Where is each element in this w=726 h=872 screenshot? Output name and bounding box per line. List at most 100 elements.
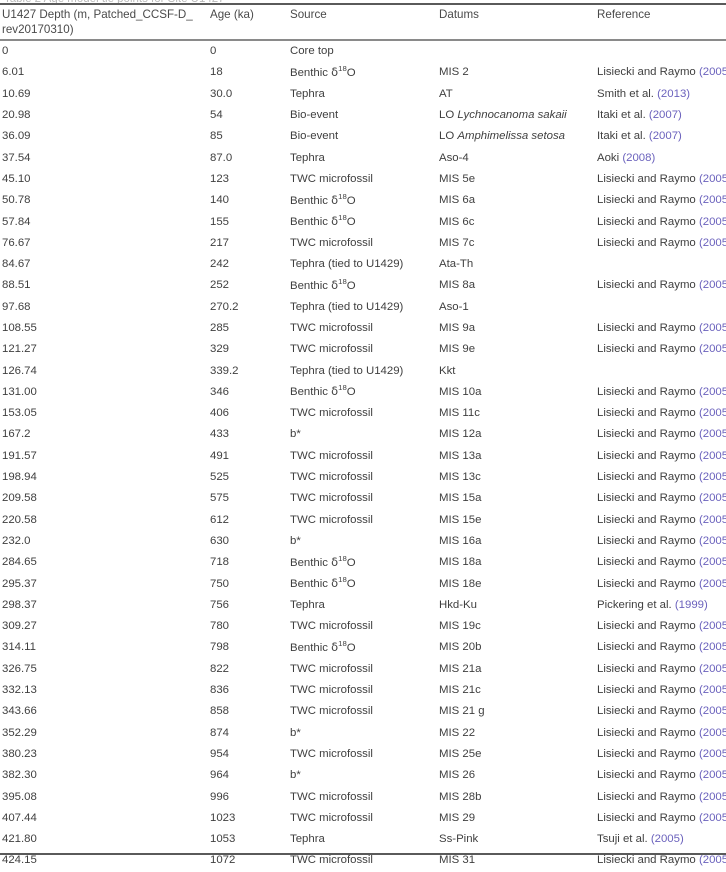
- table-row: 295.37 750 Benthic δ18O MIS 18e Lisiecki and…: [0, 573, 726, 594]
- reference-year-link[interactable]: (2005): [699, 705, 726, 717]
- cell-source: TWC microfossil: [290, 236, 373, 249]
- reference-year-link[interactable]: (2008): [622, 152, 655, 164]
- cell-age: 339.2: [210, 364, 239, 377]
- reference-year-link[interactable]: (1999): [675, 599, 708, 611]
- cell-reference: Lisiecki and Raymo (2005): [595, 403, 726, 424]
- cell-reference: Lisiecki and Raymo (2005): [595, 446, 726, 467]
- age-model-data-table: U1427 Depth (m, Patched_CCSF-D_ rev20170…: [0, 5, 726, 872]
- reference-year-link[interactable]: (2005): [699, 279, 726, 291]
- cell-datums: MIS 13c: [439, 471, 481, 484]
- reference-author: Lisiecki and Raymo: [597, 811, 699, 824]
- datum-species-name: Lychnocanoma sakaii: [457, 109, 567, 122]
- reference-year-link[interactable]: (2005): [699, 556, 726, 568]
- reference-year-link[interactable]: (2005): [699, 471, 726, 483]
- reference-year-link[interactable]: (2005): [699, 769, 726, 781]
- isotope-mass-superscript: 18: [338, 553, 347, 563]
- table-row: 88.51 252 Benthic δ18O MIS 8a Lisiecki and R…: [0, 275, 726, 296]
- cell-depth: 295.37: [2, 577, 37, 590]
- isotope-mass-superscript: 18: [338, 639, 347, 649]
- reference-year-link[interactable]: (2005): [699, 791, 726, 803]
- reference-year-link[interactable]: (2005): [699, 535, 726, 547]
- cell-source: Bio-event: [290, 109, 339, 122]
- reference-year-link[interactable]: (2005): [699, 854, 726, 866]
- reference-year-link[interactable]: (2005): [699, 428, 726, 440]
- reference-year-link[interactable]: (2005): [699, 386, 726, 398]
- reference-year-link[interactable]: (2007): [649, 130, 682, 142]
- cell-datums: Hkd-Ku: [439, 598, 477, 611]
- reference-year-link[interactable]: (2005): [699, 727, 726, 739]
- reference-year-link[interactable]: (2005): [699, 514, 726, 526]
- cell-reference: Lisiecki and Raymo (2005): [595, 701, 726, 722]
- source-label-benthic: Benthic: [290, 194, 332, 207]
- cell-datums: MIS 9e: [439, 343, 476, 356]
- reference-year-link[interactable]: (2005): [699, 578, 726, 590]
- reference-year-link[interactable]: (2007): [649, 109, 682, 121]
- reference-year-link[interactable]: (2005): [699, 173, 726, 185]
- isotope-mass-superscript: 18: [338, 575, 347, 585]
- reference-year-link[interactable]: (2005): [699, 812, 726, 824]
- cell-age: 54: [210, 109, 223, 122]
- cell-reference: Lisiecki and Raymo (2005): [595, 382, 726, 403]
- table-row: 36.09 85 Bio-event LO Amphimelissa setosa It…: [0, 126, 726, 147]
- column-header-age: Age (ka): [210, 8, 254, 21]
- table-row: 20.98 54 Bio-event LO Lychnocanoma sakaii It…: [0, 105, 726, 126]
- cell-reference: Lisiecki and Raymo (2005): [595, 786, 726, 807]
- cell-source: Bio-event: [290, 130, 339, 143]
- column-header-depth-line1: U1427 Depth (m, Patched_CCSF-D_: [2, 8, 193, 21]
- reference-author: Lisiecki and Raymo: [597, 854, 699, 867]
- cell-age: 329: [210, 343, 230, 356]
- reference-year-link[interactable]: (2005): [699, 641, 726, 653]
- source-label-benthic: Benthic: [290, 556, 332, 569]
- cell-depth: 198.94: [2, 471, 37, 484]
- cell-source: Tephra (tied to U1429): [290, 364, 404, 377]
- reference-year-link[interactable]: (2005): [699, 620, 726, 632]
- cell-depth: 153.05: [2, 407, 37, 420]
- reference-year-link[interactable]: (2005): [699, 237, 726, 249]
- cell-datums: MIS 9a: [439, 322, 476, 334]
- cell-age: 798: [210, 641, 230, 654]
- reference-year-link[interactable]: (2005): [699, 194, 726, 206]
- cell-source: TWC microfossil: [290, 747, 373, 760]
- cell-depth: 395.08: [2, 790, 37, 803]
- reference-year-link[interactable]: (2005): [699, 663, 726, 675]
- table-row: 97.68 270.2 Tephra (tied to U1429) Aso-1: [0, 297, 726, 318]
- cell-depth: 88.51: [2, 279, 31, 292]
- cell-reference: [595, 360, 726, 381]
- table-row: 153.05 406 TWC microfossil MIS 11c Lisiecki …: [0, 403, 726, 424]
- column-header-depth-line2: rev20170310): [2, 22, 74, 36]
- reference-year-link[interactable]: (2005): [699, 343, 726, 355]
- reference-author: Lisiecki and Raymo: [597, 194, 699, 207]
- cell-datums: MIS 21a: [439, 662, 482, 675]
- reference-year-link[interactable]: (2005): [699, 748, 726, 760]
- cell-age: 217: [210, 236, 230, 249]
- cell-reference: Lisiecki and Raymo (2005): [595, 637, 726, 658]
- cell-reference: Lisiecki and Raymo (2005): [595, 744, 726, 765]
- cell-datums: LO Lychnocanoma sakaii: [437, 105, 595, 126]
- cell-depth: 97.68: [2, 300, 31, 313]
- reference-year-link[interactable]: (2005): [699, 216, 726, 228]
- reference-year-link[interactable]: (2005): [699, 66, 726, 78]
- cell-reference: Itaki et al. (2007): [595, 105, 726, 126]
- reference-year-link[interactable]: (2005): [699, 407, 726, 419]
- reference-year-link[interactable]: (2013): [657, 88, 690, 100]
- reference-year-link[interactable]: (2005): [699, 450, 726, 462]
- oxygen-symbol: O: [346, 66, 356, 79]
- cell-reference: Lisiecki and Raymo (2005): [595, 659, 726, 680]
- cell-source: Tephra (tied to U1429): [290, 258, 404, 271]
- cell-depth: 36.09: [2, 130, 31, 143]
- reference-year-link[interactable]: (2005): [699, 322, 726, 334]
- cell-datums: MIS 5e: [439, 172, 476, 185]
- cell-source: Benthic δ18O: [288, 382, 437, 403]
- reference-author: Lisiecki and Raymo: [597, 534, 699, 547]
- cell-source: b*: [290, 769, 301, 782]
- reference-author: Lisiecki and Raymo: [597, 322, 699, 334]
- reference-year-link[interactable]: (2005): [699, 492, 726, 504]
- reference-author: Lisiecki and Raymo: [597, 428, 699, 441]
- oxygen-symbol: O: [346, 556, 356, 569]
- cell-reference: Tsuji et al. (2005): [595, 829, 726, 850]
- cell-reference: [595, 297, 726, 318]
- reference-year-link[interactable]: (2005): [651, 833, 684, 845]
- reference-author: Lisiecki and Raymo: [597, 684, 699, 697]
- reference-year-link[interactable]: (2005): [699, 684, 726, 696]
- cell-age: 270.2: [210, 300, 239, 313]
